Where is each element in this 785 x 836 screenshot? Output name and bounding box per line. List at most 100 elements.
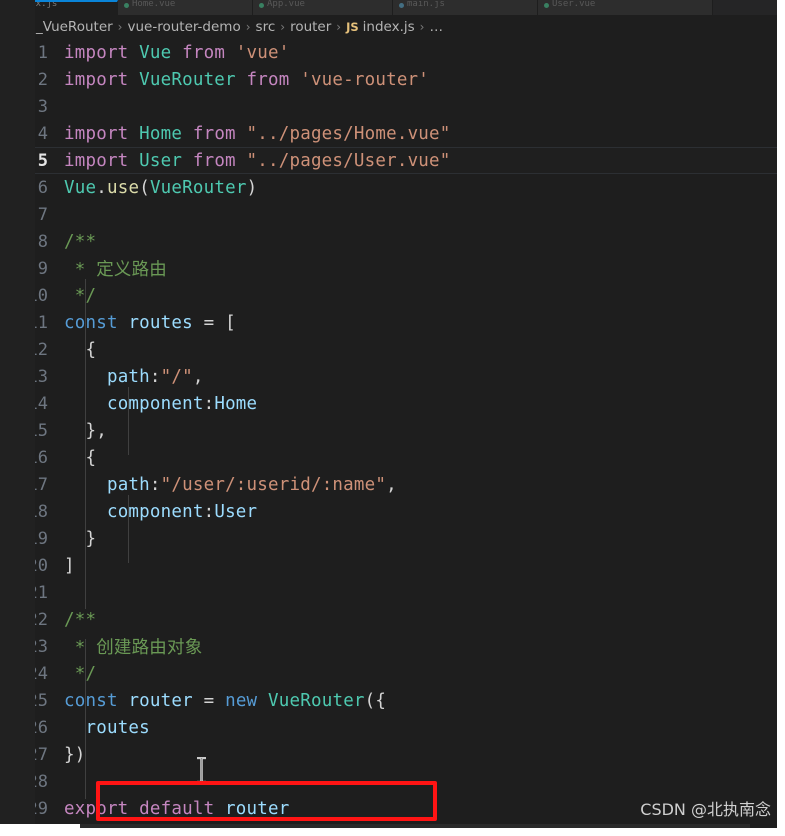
breadcrumb-item-router[interactable]: router xyxy=(290,19,331,35)
code-token: path xyxy=(106,474,150,495)
code-line[interactable]: 20] xyxy=(0,552,785,579)
code-token: . xyxy=(96,177,107,198)
code-line[interactable]: 26 routes xyxy=(0,714,785,741)
code-token: new xyxy=(225,690,258,711)
code-token: from xyxy=(235,69,301,90)
code-token: from xyxy=(182,123,247,144)
code-line[interactable]: 24 */ xyxy=(0,660,785,687)
indent-guide-level-1b xyxy=(85,639,86,799)
breadcrumb-separator: › xyxy=(336,20,342,34)
code-token: ( xyxy=(139,177,150,198)
code-token: router xyxy=(128,690,193,711)
breadcrumb[interactable]: _VueRouter › vue-router-demo › src › router › JS… xyxy=(0,15,785,39)
code-token: /** xyxy=(64,609,97,630)
code-line[interactable]: 8/** xyxy=(0,228,785,255)
indent-guide-level-2a xyxy=(128,387,129,455)
code-token: import xyxy=(64,42,140,63)
code-token: routes xyxy=(128,312,193,333)
code-line-text: { xyxy=(64,448,96,468)
code-line-text: component:Home xyxy=(64,394,257,414)
code-line-text: component:User xyxy=(64,502,257,522)
breadcrumb-item-src[interactable]: src xyxy=(256,19,276,35)
file-type-icon xyxy=(259,3,264,8)
code-token: : xyxy=(203,393,215,414)
code-token: VueRouter xyxy=(268,690,365,711)
code-token: import xyxy=(64,150,140,171)
code-line[interactable]: 1 import Vue from 'vue' xyxy=(0,39,785,66)
code-line[interactable]: 25 const router = new VueRouter({ xyxy=(0,687,785,714)
code-token: router xyxy=(225,798,290,819)
code-line[interactable]: 27}) xyxy=(0,741,785,768)
code-line[interactable]: 22/** xyxy=(0,606,785,633)
code-token: routes xyxy=(85,717,150,738)
code-line[interactable]: 19 } xyxy=(0,525,785,552)
editor-tab-label: Home.vue xyxy=(132,0,176,9)
code-token: import xyxy=(64,123,140,144)
code-token: const xyxy=(64,312,118,333)
code-line-text: * 定义路由 xyxy=(64,256,167,281)
code-line[interactable]: 5 import User from "../pages/User.vue" xyxy=(0,147,785,174)
editor-tab-bar[interactable]: index.js Home.vue App.vue main.js User.vue xyxy=(0,0,785,15)
code-line[interactable]: 16 { xyxy=(0,444,785,471)
editor-tab-app-vue[interactable]: App.vue xyxy=(253,0,393,15)
code-token: ] xyxy=(64,555,75,576)
breadcrumb-item-[interactable]: … xyxy=(429,19,443,35)
editor-tab-label: User.vue xyxy=(552,0,596,9)
code-token: import xyxy=(64,69,140,90)
code-token: Vue xyxy=(64,177,97,198)
code-line[interactable]: 23 * 创建路由对象 xyxy=(0,633,785,660)
code-line-text: { xyxy=(64,340,96,360)
code-token: User xyxy=(139,150,183,171)
breadcrumb-item-indexjs[interactable]: index.js xyxy=(363,19,415,35)
code-token: VueRouter xyxy=(139,69,236,90)
editor-tab-main-js[interactable]: main.js xyxy=(393,0,538,15)
code-token: const xyxy=(64,690,118,711)
code-line[interactable]: 18 component:User xyxy=(0,498,785,525)
code-line[interactable]: 9 * 定义路由 xyxy=(0,255,785,282)
code-token: use xyxy=(106,177,140,198)
code-line[interactable]: 21 xyxy=(0,579,785,606)
code-line[interactable]: 17 path:"/user/:userid/:name", xyxy=(0,471,785,498)
code-line[interactable]: 28 xyxy=(0,768,785,795)
code-line[interactable]: 14 component:Home xyxy=(0,390,785,417)
page-right-margin xyxy=(777,0,785,836)
code-line-text: import VueRouter from 'vue-router' xyxy=(64,70,429,90)
code-token: { xyxy=(64,339,97,360)
breadcrumb-item-_vuerouter[interactable]: _VueRouter xyxy=(36,19,113,35)
code-token: = xyxy=(192,690,226,711)
code-line[interactable]: 6 Vue.use(VueRouter) xyxy=(0,174,785,201)
code-line-text: import User from "../pages/User.vue" xyxy=(64,151,451,171)
editor-tab-label: main.js xyxy=(407,0,445,9)
code-line[interactable]: 7 xyxy=(0,201,785,228)
file-type-icon xyxy=(399,3,404,8)
code-line[interactable]: 15 }, xyxy=(0,417,785,444)
code-line[interactable]: 10 */ xyxy=(0,282,785,309)
code-token: : xyxy=(203,501,215,522)
editor-tab-label: App.vue xyxy=(267,0,305,9)
code-token: : xyxy=(149,474,161,495)
code-line-text: path:"/user/:userid/:name", xyxy=(64,475,397,495)
breadcrumb-item-vuerouterdemo[interactable]: vue-router-demo xyxy=(127,19,240,35)
code-line[interactable]: 3 xyxy=(0,93,785,120)
code-line[interactable]: 13 path:"/", xyxy=(0,363,785,390)
code-line[interactable]: 12 { xyxy=(0,336,785,363)
code-token: */ xyxy=(64,285,97,306)
js-file-icon: JS xyxy=(346,20,359,34)
code-token: Home xyxy=(139,123,183,144)
code-line[interactable]: 2 import VueRouter from 'vue-router' xyxy=(0,66,785,93)
text-ibeam-cursor xyxy=(197,757,206,783)
code-line[interactable]: 11 const routes = [ xyxy=(0,309,785,336)
code-token: export default xyxy=(64,798,226,819)
code-line-text: const router = new VueRouter({ xyxy=(64,691,386,711)
code-line-text: /** xyxy=(64,232,96,252)
csdn-watermark: CSDN @北执南念 xyxy=(640,800,771,819)
code-token: component xyxy=(106,501,204,522)
editor-tab-user-vue[interactable]: User.vue xyxy=(538,0,713,15)
code-editor[interactable]: 1 import Vue from 'vue' 2 import VueRouter … xyxy=(0,39,785,836)
code-line-text: routes xyxy=(64,718,150,738)
editor-tab-home-vue[interactable]: Home.vue xyxy=(118,0,253,15)
breadcrumb-separator: › xyxy=(117,20,123,34)
code-line[interactable]: 4 import Home from "../pages/Home.vue" xyxy=(0,120,785,147)
